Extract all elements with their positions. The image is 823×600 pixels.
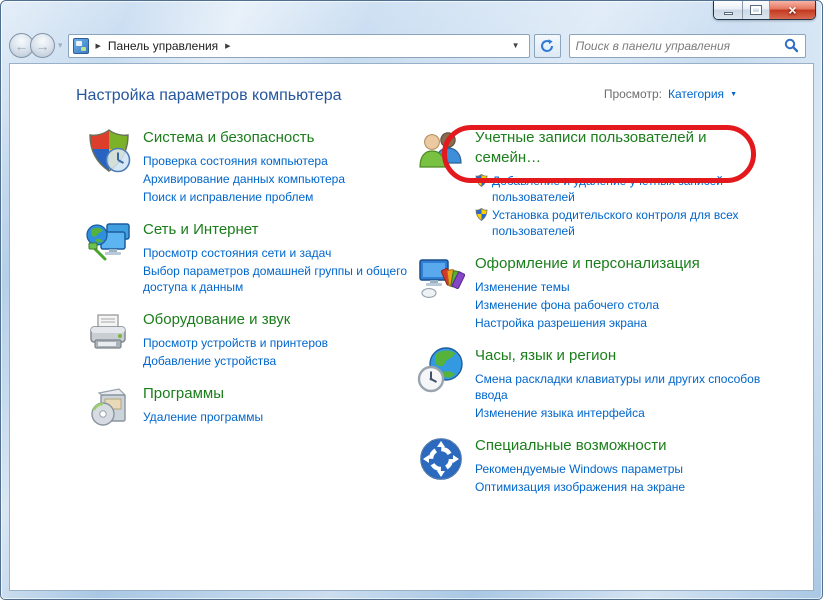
- category-title-clock-language-region[interactable]: Часы, язык и регион: [475, 346, 745, 366]
- refresh-button[interactable]: [534, 34, 561, 58]
- category-system-security: Система и безопасность Проверка состояни…: [85, 127, 417, 207]
- left-column: Система и безопасность Проверка состояни…: [85, 127, 417, 509]
- ease-of-access-icon[interactable]: [417, 435, 465, 483]
- link-adjust-screen-resolution[interactable]: Настройка разрешения экрана: [475, 315, 700, 331]
- content-area: Настройка параметров компьютера Просмотр…: [9, 63, 814, 591]
- user-accounts-icon[interactable]: [417, 127, 465, 175]
- link-change-keyboard-layout[interactable]: Смена раскладки клавиатуры или других сп…: [475, 371, 767, 403]
- link-optimize-visual-display[interactable]: Оптимизация изображения на экране: [475, 479, 685, 495]
- category-user-accounts: Учетные записи пользователей и семейн…: [417, 127, 777, 241]
- link-suggested-settings[interactable]: Рекомендуемые Windows параметры: [475, 461, 685, 477]
- category-title-ease-of-access[interactable]: Специальные возможности: [475, 436, 685, 456]
- forward-button[interactable]: →: [30, 33, 55, 58]
- link-parental-controls[interactable]: Установка родительского контроля для все…: [475, 207, 767, 239]
- close-icon: ×: [788, 3, 796, 17]
- breadcrumb-arrow-icon[interactable]: ▶: [96, 42, 101, 50]
- category-title-user-accounts[interactable]: Учетные записи пользователей и семейн…: [475, 128, 745, 168]
- uac-shield-icon: [475, 208, 488, 221]
- clock-language-region-icon[interactable]: [417, 345, 465, 393]
- category-title-system-security[interactable]: Система и безопасность: [143, 128, 345, 148]
- link-add-device[interactable]: Добавление устройства: [143, 353, 328, 369]
- address-bar[interactable]: ▶ Панель управления ▶ ▼: [68, 34, 530, 58]
- recent-pages-chevron-icon[interactable]: ▾: [58, 40, 63, 51]
- link-change-desktop-background[interactable]: Изменение фона рабочего стола: [475, 297, 700, 313]
- category-personalization: Оформление и персонализация Изменение те…: [417, 253, 777, 333]
- link-uninstall-program[interactable]: Удаление программы: [143, 409, 263, 425]
- search-icon[interactable]: [784, 38, 799, 53]
- category-title-personalization[interactable]: Оформление и персонализация: [475, 254, 700, 274]
- link-view-network-status[interactable]: Просмотр состояния сети и задач: [143, 245, 415, 261]
- link-view-devices-printers[interactable]: Просмотр устройств и принтеров: [143, 335, 328, 351]
- view-by-control: Просмотр: Категория ▼: [604, 87, 737, 101]
- link-change-theme[interactable]: Изменение темы: [475, 279, 700, 295]
- forward-icon: →: [36, 38, 50, 54]
- maximize-button[interactable]: [743, 1, 770, 19]
- programs-icon[interactable]: [85, 383, 133, 431]
- category-programs: Программы Удаление программы: [85, 383, 417, 431]
- hardware-sound-icon[interactable]: [85, 309, 133, 357]
- breadcrumb[interactable]: Панель управления: [108, 39, 218, 53]
- control-panel-window: × ← → ▾ ▶ Панель управления ▶ ▼: [0, 0, 823, 600]
- breadcrumb-arrow-icon[interactable]: ▶: [225, 42, 230, 50]
- category-columns: Система и безопасность Проверка состояни…: [10, 127, 813, 509]
- close-button[interactable]: ×: [770, 1, 815, 19]
- view-by-dropdown-icon[interactable]: ▼: [730, 91, 737, 98]
- maximize-icon: [751, 6, 761, 14]
- link-change-display-language[interactable]: Изменение языка интерфейса: [475, 405, 767, 421]
- link-add-remove-accounts[interactable]: Добавление и удаление учетных записей по…: [475, 173, 767, 205]
- link-label: Добавление и удаление учетных записей по…: [492, 173, 767, 205]
- category-title-hardware-sound[interactable]: Оборудование и звук: [143, 310, 328, 330]
- right-column: Учетные записи пользователей и семейн…: [417, 127, 777, 509]
- link-find-fix-problems[interactable]: Поиск и исправление проблем: [143, 189, 345, 205]
- minimize-icon: [724, 12, 733, 15]
- address-dropdown-icon[interactable]: ▼: [506, 41, 526, 50]
- network-internet-icon[interactable]: [85, 219, 133, 267]
- category-network-internet: Сеть и Интернет Просмотр состояния сети …: [85, 219, 417, 297]
- search-input[interactable]: [576, 39, 784, 53]
- search-box: [569, 34, 806, 58]
- category-hardware-sound: Оборудование и звук Просмотр устройств и…: [85, 309, 417, 371]
- category-title-programs[interactable]: Программы: [143, 384, 263, 404]
- link-homegroup-sharing[interactable]: Выбор параметров домашней группы и общег…: [143, 263, 415, 295]
- link-label: Установка родительского контроля для все…: [492, 207, 767, 239]
- view-by-label: Просмотр:: [604, 87, 662, 101]
- security-shield-icon[interactable]: [85, 127, 133, 175]
- view-by-value[interactable]: Категория: [668, 87, 724, 101]
- category-ease-of-access: Специальные возможности Рекомендуемые Wi…: [417, 435, 777, 497]
- link-check-computer-status[interactable]: Проверка состояния компьютера: [143, 153, 345, 169]
- page-title: Настройка параметров компьютера: [76, 87, 342, 105]
- page-header: Настройка параметров компьютера Просмотр…: [10, 64, 813, 105]
- uac-shield-icon: [475, 174, 488, 187]
- control-panel-icon: [73, 38, 89, 54]
- personalization-icon[interactable]: [417, 253, 465, 301]
- category-clock-language-region: Часы, язык и регион Смена раскладки клав…: [417, 345, 777, 423]
- refresh-icon: [539, 38, 555, 54]
- category-title-network-internet[interactable]: Сеть и Интернет: [143, 220, 415, 240]
- minimize-button[interactable]: [714, 1, 743, 19]
- link-backup-computer[interactable]: Архивирование данных компьютера: [143, 171, 345, 187]
- back-icon: ←: [15, 38, 29, 54]
- caption-buttons: ×: [713, 1, 816, 20]
- navigation-bar: ← → ▾ ▶ Панель управления ▶ ▼: [1, 28, 822, 63]
